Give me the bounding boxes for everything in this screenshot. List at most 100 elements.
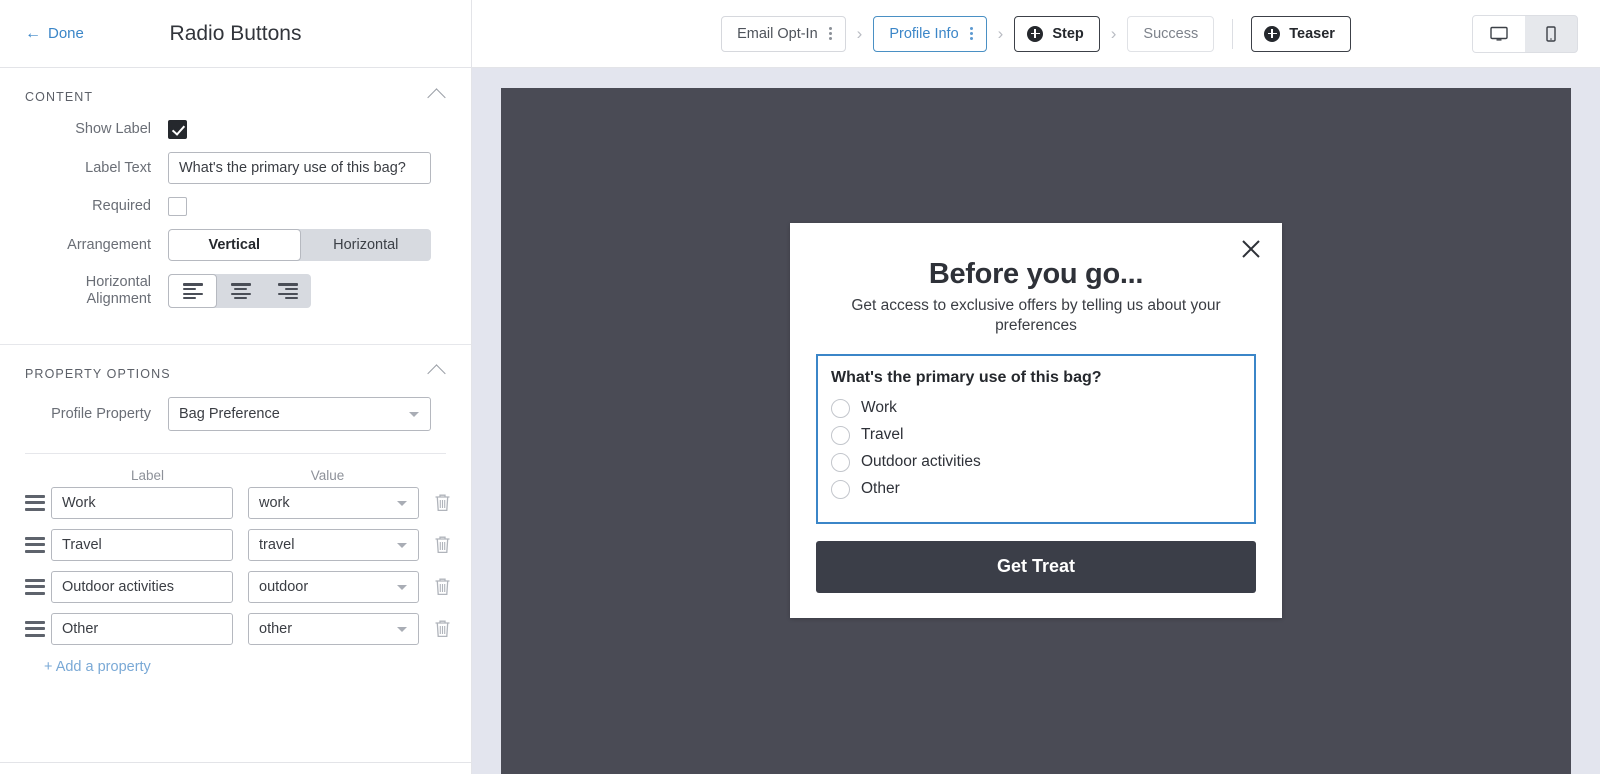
chevron-up-icon[interactable] (427, 364, 446, 383)
arrangement-label: Arrangement (67, 236, 151, 253)
panel-bottom-divider (0, 762, 471, 763)
step-arrow-icon: › (1110, 23, 1117, 43)
delete-option-button[interactable] (431, 490, 453, 516)
mobile-icon (1546, 25, 1556, 42)
radio-option[interactable]: Work (831, 398, 1241, 418)
modal-headline: Before you go... (928, 258, 1144, 290)
drag-handle-icon[interactable] (25, 620, 51, 637)
required-label: Required (92, 198, 151, 215)
add-property-button[interactable]: + Add a property (44, 659, 151, 675)
editor-right-side: Email Opt-In › Profile Info › Step › Suc… (472, 0, 1600, 774)
option-value-text: travel (259, 536, 295, 553)
content-section-header[interactable]: CONTENT (0, 68, 471, 120)
done-button-label: Done (48, 25, 84, 42)
step-chip-email-opt-in[interactable]: Email Opt-In (721, 15, 846, 52)
column-header-value: Value (310, 467, 345, 483)
close-icon[interactable] (1238, 237, 1264, 263)
option-value-select[interactable]: outdoor (248, 570, 419, 603)
arrangement-option-horizontal[interactable]: Horizontal (301, 229, 432, 261)
show-label-row: Show Label (0, 120, 471, 139)
drag-handle-icon[interactable] (25, 578, 51, 595)
kebab-menu-icon[interactable] (827, 26, 832, 41)
trash-icon (435, 494, 449, 512)
mobile-preview-button[interactable] (1525, 16, 1577, 52)
radio-option[interactable]: Outdoor activities (831, 452, 1241, 472)
content-section: CONTENT Show Label Label Text Required A… (0, 68, 471, 345)
done-button[interactable]: ← Done (25, 25, 84, 42)
profile-property-select[interactable]: Bag Preference (168, 396, 431, 431)
cta-button[interactable]: Get Treat (816, 540, 1256, 593)
radio-option[interactable]: Travel (831, 425, 1241, 445)
option-row: outdoor (0, 570, 471, 603)
add-teaser-label: Teaser (1289, 25, 1335, 42)
option-value-select[interactable]: travel (248, 528, 419, 561)
step-chip-profile-info[interactable]: Profile Info (873, 15, 987, 52)
option-rows-list: work travel outdoor other (0, 486, 471, 645)
step-chip-label: Success (1143, 25, 1199, 42)
trash-icon (435, 536, 449, 554)
radio-circle-icon[interactable] (831, 452, 850, 472)
plus-circle-icon (1027, 25, 1044, 42)
option-label-input[interactable] (51, 570, 233, 603)
content-section-title: CONTENT (25, 90, 94, 104)
steps-breadcrumb: Email Opt-In › Profile Info › Step › Suc… (721, 15, 1351, 52)
panel-header: ← Done Radio Buttons (0, 0, 471, 68)
add-step-label: Step (1052, 25, 1084, 42)
add-teaser-button[interactable]: Teaser (1251, 15, 1351, 52)
chevron-up-icon[interactable] (427, 87, 446, 107)
kebab-menu-icon[interactable] (968, 26, 973, 41)
trash-icon (435, 578, 449, 596)
show-label-checkbox[interactable] (168, 120, 187, 139)
option-label-input[interactable] (51, 486, 233, 519)
radio-circle-icon[interactable] (831, 425, 850, 445)
chevron-down-icon (397, 542, 407, 548)
column-header-label: Label (130, 467, 165, 483)
popup-modal: Before you go... Get access to exclusive… (790, 223, 1282, 618)
options-column-headers: Label Value (0, 454, 471, 487)
radio-circle-icon[interactable] (831, 398, 850, 418)
arrangement-row: Arrangement Vertical Horizontal (0, 229, 471, 261)
align-center-button[interactable] (217, 274, 264, 308)
property-options-title: PROPERTY OPTIONS (25, 366, 171, 381)
radio-option[interactable]: Other (831, 479, 1241, 499)
profile-property-value: Bag Preference (179, 405, 280, 422)
horizontal-alignment-label-line1: Horizontal (85, 274, 151, 290)
option-label-input[interactable] (51, 612, 233, 645)
option-value-select[interactable]: other (248, 612, 419, 645)
radio-option-label: Other (861, 480, 900, 498)
delete-option-button[interactable] (431, 616, 453, 642)
option-value-select[interactable]: work (248, 486, 419, 519)
option-row: travel (0, 528, 471, 561)
option-row: other (0, 612, 471, 645)
radio-group-selected-element[interactable]: What's the primary use of this bag? Work… (816, 353, 1256, 524)
step-chip-success[interactable]: Success (1127, 15, 1215, 52)
align-left-button[interactable] (168, 274, 217, 309)
option-label-input[interactable] (51, 528, 233, 561)
radio-circle-icon[interactable] (831, 479, 850, 499)
drag-handle-icon[interactable] (25, 536, 51, 553)
horizontal-alignment-label-line2: Alignment (86, 291, 151, 308)
app-root: ← Done Radio Buttons CONTENT Show Label … (0, 0, 1600, 774)
property-options-header[interactable]: PROPERTY OPTIONS (0, 345, 471, 397)
radio-options-list: Work Travel Outdoor activities Other (831, 398, 1241, 499)
delete-option-button[interactable] (431, 532, 453, 558)
desktop-preview-button[interactable] (1473, 15, 1525, 52)
delete-option-button[interactable] (431, 574, 453, 600)
label-text-input[interactable] (168, 152, 431, 184)
required-checkbox[interactable] (168, 197, 187, 216)
label-text-row: Label Text (0, 152, 471, 184)
align-right-button[interactable] (264, 274, 311, 308)
horizontal-alignment-label: Horizontal Alignment (25, 274, 168, 309)
drag-handle-icon[interactable] (25, 494, 51, 511)
trash-icon (435, 620, 449, 638)
add-step-button[interactable]: Step (1014, 15, 1100, 52)
align-right-icon (277, 283, 298, 300)
profile-property-label: Profile Property (51, 405, 151, 422)
horizontal-alignment-row: Horizontal Alignment (0, 274, 471, 309)
label-text-label: Label Text (85, 159, 151, 176)
step-toolbar: Email Opt-In › Profile Info › Step › Suc… (472, 0, 1600, 68)
modal-body-text: Get access to exclusive offers by tellin… (851, 297, 1221, 335)
arrangement-option-vertical[interactable]: Vertical (168, 229, 301, 261)
device-preview-toggle (1472, 14, 1578, 53)
option-value-text: outdoor (259, 578, 309, 595)
